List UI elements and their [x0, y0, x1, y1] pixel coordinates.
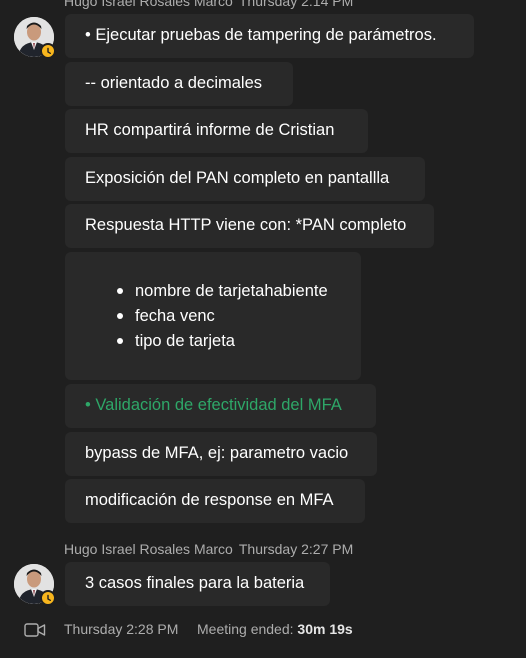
message-text: Respuesta HTTP viene con: *PAN completo [85, 216, 407, 234]
meeting-duration: 30m 19s [297, 621, 353, 637]
message-text: • Ejecutar pruebas de tampering de parám… [85, 26, 437, 44]
meeting-timestamp: Thursday 2:28 PM [64, 621, 179, 637]
message-bubble[interactable]: bypass de MFA, ej: parametro vacio [65, 432, 377, 476]
message-bubble[interactable]: Exposición del PAN completo en pantallla [65, 157, 425, 201]
sender-name[interactable]: Hugo Israel Rosales Marco [64, 0, 233, 9]
message-bubble[interactable]: modificación de response en MFA [65, 479, 365, 523]
message-bubble[interactable]: • Ejecutar pruebas de tampering de parám… [65, 14, 474, 58]
message-text-highlight: • Validación de efectividad del MFA [85, 396, 342, 414]
list-item: fecha venc [85, 304, 341, 329]
message-bubble[interactable]: HR compartirá informe de Cristian [65, 109, 368, 153]
list-item: tipo de tarjeta [85, 329, 341, 354]
chat-thread: Hugo Israel Rosales Marco Thursday 2:14 P… [0, 0, 526, 658]
meeting-ended-notice: Thursday 2:28 PM Meeting ended: 30m 19s [0, 620, 526, 640]
message-bubble[interactable]: • Validación de efectividad del MFA [65, 384, 376, 428]
message-timestamp: Thursday 2:14 PM [238, 0, 354, 9]
status-away-icon [40, 43, 56, 59]
message-text: Exposición del PAN completo en pantallla [85, 169, 390, 187]
message-bubble[interactable]: -- orientado a decimales [65, 62, 293, 106]
avatar[interactable] [14, 17, 56, 59]
message-timestamp: Thursday 2:27 PM [238, 541, 354, 557]
message-text: -- orientado a decimales [85, 74, 263, 92]
message-text: modificación de response en MFA [85, 491, 334, 509]
status-away-icon [40, 590, 56, 606]
video-camera-icon [24, 622, 46, 641]
bullet-list: nombre de tarjetahabiente fecha venc tip… [85, 279, 341, 354]
message-bubble-list[interactable]: nombre de tarjetahabiente fecha venc tip… [65, 252, 361, 380]
message-bubble[interactable]: 3 casos finales para la bateria [65, 562, 330, 606]
sender-name[interactable]: Hugo Israel Rosales Marco [64, 541, 233, 557]
message-text: HR compartirá informe de Cristian [85, 121, 335, 139]
message-bubble[interactable]: Respuesta HTTP viene con: *PAN completo [65, 204, 434, 248]
message-text: 3 casos finales para la bateria [85, 574, 305, 592]
meeting-ended-label: Meeting ended: [197, 621, 298, 637]
list-item: nombre de tarjetahabiente [85, 279, 341, 304]
message-header: Hugo Israel Rosales Marco Thursday 2:27 P… [64, 541, 353, 557]
meeting-ended-text: Meeting ended: 30m 19s [197, 621, 353, 637]
message-text: bypass de MFA, ej: parametro vacio [85, 444, 349, 462]
message-header: Hugo Israel Rosales Marco Thursday 2:14 P… [64, 0, 353, 9]
avatar[interactable] [14, 564, 56, 606]
